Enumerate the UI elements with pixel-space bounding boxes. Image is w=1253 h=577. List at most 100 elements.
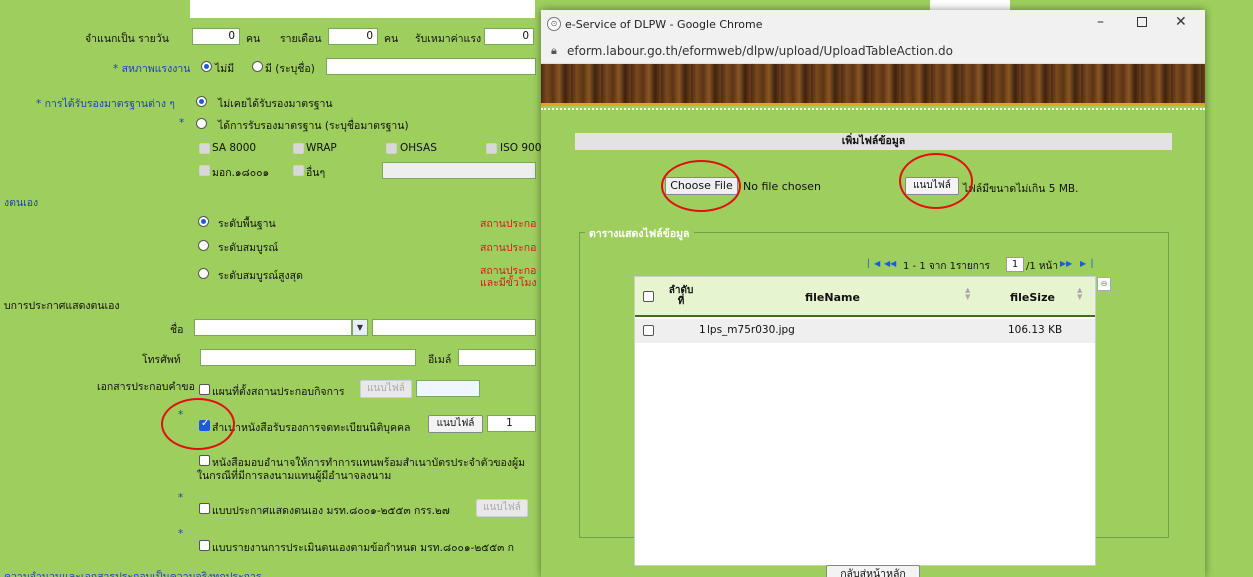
- std-ohsas-label: OHSAS: [400, 142, 437, 154]
- std-ohsas-checkbox[interactable]: [386, 143, 397, 154]
- col-filename-header[interactable]: fileName: [805, 291, 860, 304]
- upload-popup-window: ⊙ e-Service of DLPW - Google Chrome – ✕ …: [541, 10, 1205, 577]
- select-all-checkbox[interactable]: [643, 291, 654, 302]
- lock-icon: 🔒︎: [551, 44, 557, 57]
- union-yes-label: มี (ระบุชื่อ): [265, 63, 315, 75]
- page-number-input[interactable]: 1: [1006, 257, 1024, 272]
- monthly-label: รายเดือน: [280, 33, 322, 45]
- dotted-divider: [541, 108, 1205, 110]
- required-star: *: [178, 492, 184, 504]
- doc-map-checkbox[interactable]: [199, 384, 210, 395]
- std-wrap-checkbox[interactable]: [293, 143, 304, 154]
- close-icon[interactable]: ✕: [1175, 14, 1187, 30]
- cert-never-radio[interactable]: [196, 96, 207, 107]
- section-self-heading: งตนเอง: [4, 197, 39, 209]
- level-full-label: ระดับสมบูรณ์: [218, 242, 279, 254]
- monthly-input[interactable]: 0: [328, 28, 378, 45]
- address-bar[interactable]: 🔒︎ eform.labour.go.th/eformweb/dlpw/uplo…: [541, 39, 1205, 64]
- email-label: อีเมล์: [428, 354, 452, 366]
- col-seq-header: ลำดับ ที่: [668, 285, 694, 307]
- contract-input[interactable]: 0: [484, 28, 534, 45]
- highlight-circle: [661, 160, 741, 212]
- file-size-note: ไฟล์มีขนาดไม่เกิน 5 MB.: [963, 183, 1079, 195]
- level-top-label: ระดับสมบูรณ์สูงสุด: [218, 270, 303, 282]
- required-star: *: [178, 528, 184, 540]
- required-star: *: [179, 117, 185, 129]
- row-filesize: 106.13 KB: [1008, 324, 1063, 336]
- std-iso-checkbox[interactable]: [486, 143, 497, 154]
- std-other-input[interactable]: [382, 162, 536, 179]
- union-no-radio[interactable]: [201, 61, 212, 72]
- url-text: eform.labour.go.th/eformweb/dlpw/upload/…: [567, 44, 953, 58]
- union-name-input[interactable]: [326, 58, 536, 75]
- site-banner: [541, 64, 1205, 106]
- level-full-radio[interactable]: [198, 240, 209, 251]
- window-title: e-Service of DLPW - Google Chrome: [565, 18, 763, 31]
- doc-proxy-checkbox[interactable]: [199, 455, 210, 466]
- level-full-note: สถานประกอ: [480, 242, 537, 254]
- doc-map-count: [416, 380, 480, 397]
- cert-has-label: ได้การรับรองมาตรฐาน (ระบุชื่อมาตรฐาน): [218, 120, 409, 132]
- add-file-header: เพิ่มไฟล์ข้อมูล: [575, 133, 1172, 150]
- level-basic-label: ระดับพื้นฐาน: [218, 218, 276, 230]
- back-button[interactable]: กลับสู่หน้าหลัก: [826, 565, 920, 577]
- doc-registration-attach-button[interactable]: แนบไฟล์: [428, 415, 483, 433]
- level-top-radio[interactable]: [198, 268, 209, 279]
- row-filename: lps_m75r030.jpg: [707, 324, 795, 336]
- row-checkbox[interactable]: [643, 325, 654, 336]
- highlight-circle: [899, 153, 973, 209]
- cert-never-label: ไม่เคยได้รับรองมาตรฐาน: [218, 98, 333, 110]
- section-announce-heading: บการประกาศแสดงตนเอง: [4, 300, 120, 312]
- doc-report-checkbox[interactable]: [199, 540, 210, 551]
- file-table: ลำดับ ที่ fileName ▲ ▼ fileSize ▲ ▼ 1 lps_…: [634, 276, 1096, 566]
- contract-label: รับเหมาค่าแรง: [415, 33, 482, 45]
- name-prefix-select[interactable]: [194, 319, 352, 336]
- daily-input[interactable]: 0: [192, 28, 240, 45]
- cert-label: * การได้รับรองมาตรฐานต่าง ๆ: [36, 98, 175, 110]
- email-input[interactable]: [458, 349, 536, 366]
- last-page-icon[interactable]: ▶▕: [1080, 259, 1092, 268]
- prev-page-icon[interactable]: ◀◀: [884, 259, 896, 268]
- union-label: * สหภาพแรงงาน: [113, 63, 191, 75]
- std-mok-checkbox[interactable]: [199, 165, 210, 176]
- next-page-icon[interactable]: ▶▶: [1060, 259, 1072, 268]
- std-wrap-label: WRAP: [306, 142, 337, 154]
- delete-icon[interactable]: ⊖: [1097, 277, 1111, 291]
- pager-summary: 1 - 1 จาก 1รายการ: [903, 261, 990, 272]
- daily-label: จำแนกเป็น รายวัน: [85, 33, 169, 45]
- no-file-text: No file chosen: [743, 180, 821, 193]
- union-no-label: ไม่มี: [215, 63, 235, 75]
- docs-label: เอกสารประกอบคำขอ: [97, 381, 195, 393]
- sort-icon[interactable]: ▲ ▼: [965, 287, 970, 301]
- phone-input[interactable]: [200, 349, 416, 366]
- maximize-icon[interactable]: [1137, 17, 1147, 27]
- sort-icon[interactable]: ▲ ▼: [1077, 287, 1082, 301]
- table-legend: ตารางแสดงไฟล์ข้อมูล: [585, 225, 694, 242]
- chevron-down-icon[interactable]: ▼: [352, 319, 368, 336]
- highlight-circle: [161, 398, 235, 450]
- footer-text: ความจำนวนและเอกสารประกอบเป็นความจริงทุกป…: [4, 571, 262, 577]
- first-page-icon[interactable]: ▏◀: [868, 259, 880, 268]
- col-filesize-header[interactable]: fileSize: [1010, 291, 1055, 304]
- pager-total: /1 หน้า: [1026, 261, 1058, 272]
- chrome-icon: ⊙: [547, 17, 561, 31]
- doc-map-attach-button[interactable]: แนบไฟล์: [360, 380, 412, 398]
- window-titlebar: ⊙ e-Service of DLPW - Google Chrome – ✕: [541, 10, 1205, 39]
- doc-proxy-label-2: ในกรณีที่มีการลงนามแทนผู้มีอำนาจลงนาม: [197, 470, 392, 482]
- level-top-note-2: และมีขั้วโมง: [480, 277, 537, 289]
- union-yes-radio[interactable]: [252, 61, 263, 72]
- std-sa-checkbox[interactable]: [199, 143, 210, 154]
- std-sa-label: SA 8000: [212, 142, 257, 154]
- cert-has-radio[interactable]: [196, 118, 207, 129]
- phone-label: โทรศัพท์: [142, 354, 181, 366]
- doc-map-label: แผนที่ตั้งสถานประกอบกิจการ: [212, 386, 345, 398]
- std-other-label: อื่นๆ: [306, 167, 326, 179]
- doc-announce-checkbox[interactable]: [199, 503, 210, 514]
- level-basic-radio[interactable]: [198, 216, 209, 227]
- name-label: ชื่อ: [170, 324, 184, 336]
- doc-announce-attach-button[interactable]: แนบไฟล์: [476, 499, 528, 517]
- header-strip: [190, 0, 535, 18]
- std-other-checkbox[interactable]: [293, 165, 304, 176]
- name-input[interactable]: [372, 319, 536, 336]
- minimize-icon[interactable]: –: [1097, 14, 1104, 30]
